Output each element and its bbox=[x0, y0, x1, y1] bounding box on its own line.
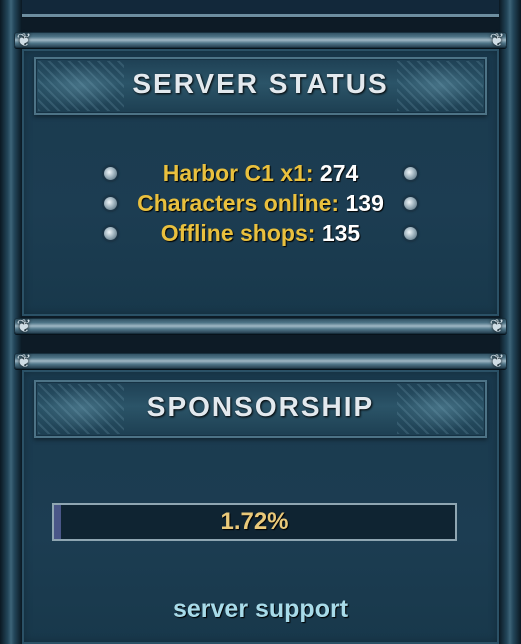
stat-label: Offline shops: bbox=[160, 219, 316, 246]
bullet-dot-icon bbox=[404, 166, 417, 180]
server-status-title: SERVER STATUS bbox=[132, 68, 389, 99]
bullet-dot-icon bbox=[404, 226, 417, 240]
stat-value: 274 bbox=[319, 159, 359, 186]
scroll-ornament-icon: ❦ bbox=[16, 30, 32, 50]
bullet-dot-icon bbox=[404, 196, 417, 210]
stat-value: 139 bbox=[345, 189, 384, 216]
server-status-panel: SERVER STATUS Harbor C1 x1: 274 Characte… bbox=[22, 49, 499, 316]
bullet-dot-icon bbox=[104, 166, 117, 180]
server-support-link[interactable]: server support bbox=[22, 595, 499, 624]
stat-shops: Offline shops: 135 bbox=[129, 220, 392, 247]
stat-row-shops: Offline shops: 135 bbox=[92, 218, 429, 248]
stat-characters: Characters online: 139 bbox=[129, 190, 392, 217]
decorative-bar: ❦ ❦ bbox=[14, 351, 507, 371]
stat-row-characters: Characters online: 139 bbox=[92, 188, 429, 218]
sponsorship-panel: SPONSORSHIP 1.72% server support bbox=[22, 370, 499, 644]
scroll-ornament-icon: ❦ bbox=[489, 30, 505, 50]
progress-percent: 1.72% bbox=[220, 508, 289, 535]
page: ❦ ❦ SERVER STATUS Harbor C1 x1: 274 Char… bbox=[0, 0, 521, 644]
sponsorship-header: SPONSORSHIP bbox=[34, 380, 487, 438]
stat-label: Characters online: bbox=[137, 189, 340, 216]
bullet-dot-icon bbox=[104, 196, 117, 210]
sponsorship-title: SPONSORSHIP bbox=[146, 391, 375, 422]
decorative-bar: ❦ ❦ bbox=[14, 30, 507, 50]
scroll-ornament-icon: ❦ bbox=[489, 316, 505, 336]
stat-value: 135 bbox=[321, 219, 361, 246]
stat-label: Harbor C1 x1: bbox=[162, 159, 314, 186]
server-status-header: SERVER STATUS bbox=[34, 57, 487, 115]
scroll-ornament-icon: ❦ bbox=[16, 316, 32, 336]
bullet-dot-icon bbox=[104, 226, 117, 240]
scroll-ornament-icon: ❦ bbox=[16, 351, 32, 371]
top-panel-edge bbox=[22, 0, 499, 17]
decorative-bar: ❦ ❦ bbox=[14, 316, 507, 336]
sponsorship-progress-bar: 1.72% bbox=[52, 503, 457, 541]
stat-row-server: Harbor C1 x1: 274 bbox=[92, 158, 429, 188]
scroll-ornament-icon: ❦ bbox=[489, 351, 505, 371]
stat-server: Harbor C1 x1: 274 bbox=[129, 160, 392, 187]
